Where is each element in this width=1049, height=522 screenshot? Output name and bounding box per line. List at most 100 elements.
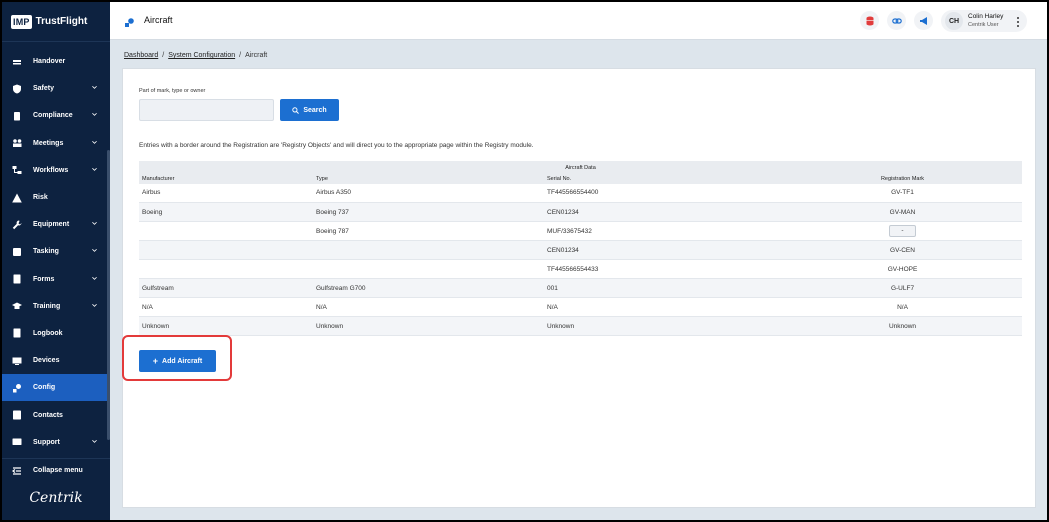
shield-icon <box>12 84 22 94</box>
chevron-down-icon[interactable] <box>92 112 97 117</box>
cell-manufacturer <box>139 221 313 241</box>
database-button[interactable] <box>860 11 879 30</box>
cell-manufacturer: Unknown <box>139 316 313 336</box>
sidebar-item-safety[interactable]: Safety <box>2 75 110 102</box>
sidebar-item-config[interactable]: Config <box>2 374 110 402</box>
sidebar-item-label: Logbook <box>33 329 63 337</box>
cell-manufacturer: Boeing <box>139 202 313 222</box>
registration-mark: GV-CEN <box>890 246 915 254</box>
cell-registration-mark: GV-TF1 <box>783 183 1022 203</box>
breadcrumb-link-system-configuration[interactable]: System Configuration <box>168 52 235 59</box>
page-title: Aircraft <box>144 15 173 25</box>
breadcrumb-current: Aircraft <box>245 52 268 59</box>
devices-icon <box>12 356 22 366</box>
sidebar-item-compliance[interactable]: Compliance <box>2 102 110 129</box>
sidebar-item-equipment[interactable]: Equipment <box>2 211 110 238</box>
sidebar-item-handover[interactable]: Handover <box>2 48 110 75</box>
table-row[interactable]: N/A N/A N/A N/A <box>139 297 1022 317</box>
tasks-icon <box>12 247 22 257</box>
link-button[interactable] <box>887 11 906 30</box>
sidebar-scrollbar[interactable] <box>107 150 110 440</box>
centrik-logo: Centrik <box>29 490 83 506</box>
registry-object-link[interactable]: - <box>889 225 916 237</box>
table-row[interactable]: CEN01234 GV-CEN <box>139 240 1022 260</box>
registration-mark: GV-TF1 <box>891 189 914 197</box>
chevron-down-icon[interactable] <box>92 276 97 281</box>
cell-type: Boeing 737 <box>313 202 544 222</box>
breadcrumb-link-dashboard[interactable]: Dashboard <box>124 52 158 59</box>
table-group-header: Aircraft Data <box>139 161 1022 174</box>
table-row[interactable]: Boeing 787 MUF/33675432 - <box>139 221 1022 241</box>
table-row[interactable]: Airbus Airbus A350 TF445566554400 GV-TF1 <box>139 183 1022 203</box>
avatar: CH <box>945 12 963 30</box>
collapse-icon <box>12 466 22 476</box>
sidebar-item-label: Equipment <box>33 221 70 229</box>
sidebar-item-label: Contacts <box>33 411 63 419</box>
column-header-serial-no: Serial No. <box>544 174 783 184</box>
sidebar: IMP TrustFlight Handover Safety Compliance… <box>2 2 110 520</box>
cell-registration-mark: GV-CEN <box>783 240 1022 260</box>
cell-type: N/A <box>313 297 544 317</box>
add-aircraft-button[interactable]: + Add Aircraft <box>139 350 216 372</box>
cell-serial-no: TF445566554400 <box>544 183 783 203</box>
user-name: Colin Harley <box>968 13 1004 20</box>
sidebar-item-tasking[interactable]: Tasking <box>2 238 110 265</box>
user-role: Centrik User <box>968 22 999 28</box>
cell-serial-no: Unknown <box>544 316 783 336</box>
cell-manufacturer <box>139 259 313 279</box>
announcements-button[interactable] <box>914 11 933 30</box>
warning-icon <box>12 193 22 203</box>
brand[interactable]: IMP TrustFlight <box>2 2 110 42</box>
table-row[interactable]: Unknown Unknown Unknown Unknown <box>139 316 1022 336</box>
handover-icon <box>12 57 22 67</box>
workflow-icon <box>12 165 22 175</box>
cell-registration-mark: G-ULF7 <box>783 278 1022 298</box>
sidebar-item-training[interactable]: Training <box>2 293 110 320</box>
chevron-down-icon[interactable] <box>92 85 97 90</box>
cell-type: Airbus A350 <box>313 183 544 203</box>
link-icon <box>891 17 902 24</box>
sidebar-item-logbook[interactable]: Logbook <box>2 320 110 347</box>
chevron-down-icon[interactable] <box>92 221 97 226</box>
cell-serial-no: CEN01234 <box>544 202 783 222</box>
sidebar-item-support[interactable]: Support <box>2 429 110 456</box>
sidebar-item-label: Forms <box>33 275 55 283</box>
cell-registration-mark: GV-HOPE <box>783 259 1022 279</box>
chevron-down-icon[interactable] <box>92 303 97 308</box>
kebab-menu-icon[interactable] <box>1015 15 1021 27</box>
search-input[interactable] <box>139 99 274 121</box>
config-icon <box>12 383 22 393</box>
collapse-menu-button[interactable]: Collapse menu <box>2 458 110 482</box>
sidebar-item-risk[interactable]: Risk <box>2 184 110 211</box>
sidebar-item-meetings[interactable]: Meetings <box>2 130 110 157</box>
table-row[interactable]: Gulfstream Gulfstream G700 001 G-ULF7 <box>139 278 1022 298</box>
sidebar-item-label: Handover <box>33 58 66 66</box>
chevron-down-icon[interactable] <box>92 439 97 444</box>
sidebar-item-label: Training <box>33 302 61 310</box>
sidebar-item-forms[interactable]: Forms <box>2 266 110 293</box>
cell-serial-no: TF445566554433 <box>544 259 783 279</box>
breadcrumb-separator: / <box>239 52 242 59</box>
sidebar-item-devices[interactable]: Devices <box>2 347 110 374</box>
megaphone-icon <box>919 16 927 25</box>
sidebar-item-label: Config <box>33 384 56 392</box>
cell-type: Gulfstream G700 <box>313 278 544 298</box>
chevron-down-icon[interactable] <box>92 140 97 145</box>
cell-manufacturer <box>139 240 313 260</box>
search-button[interactable]: Search <box>280 99 339 121</box>
brand-logo: IMP <box>11 14 32 29</box>
sidebar-item-contacts[interactable]: Contacts <box>2 401 110 428</box>
user-menu[interactable]: CH Colin Harley Centrik User <box>941 10 1027 32</box>
registry-info-text: Entries with a border around the Registr… <box>139 142 534 149</box>
graduation-cap-icon <box>12 301 22 311</box>
sidebar-item-label: Compliance <box>33 112 73 120</box>
table-row[interactable]: Boeing Boeing 737 CEN01234 GV-MAN <box>139 202 1022 222</box>
table-row[interactable]: TF445566554433 GV-HOPE <box>139 259 1022 279</box>
aircraft-table: Aircraft Data Manufacturer Type Serial N… <box>139 161 1022 336</box>
sidebar-item-workflows[interactable]: Workflows <box>2 157 110 184</box>
chevron-down-icon[interactable] <box>92 167 97 172</box>
contacts-icon <box>12 410 22 420</box>
cell-serial-no: MUF/33675432 <box>544 221 783 241</box>
chevron-down-icon[interactable] <box>92 248 97 253</box>
registration-mark: GV-MAN <box>889 208 916 216</box>
